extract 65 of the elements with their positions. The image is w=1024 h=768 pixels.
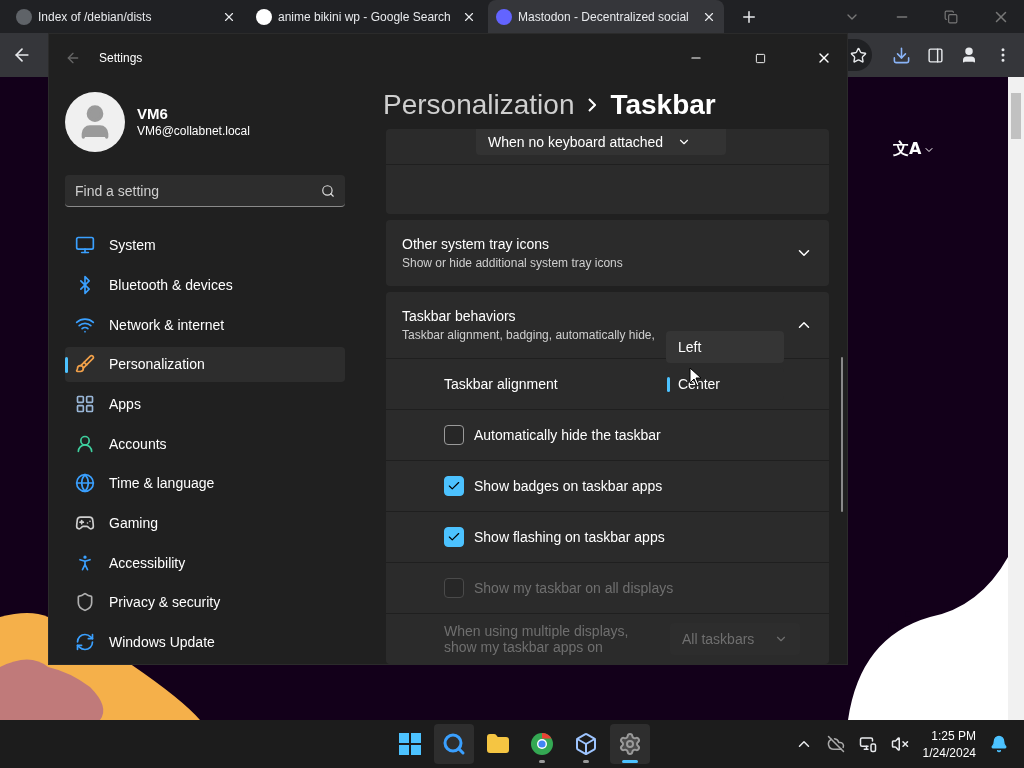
taskbar-app-button[interactable] <box>434 724 474 764</box>
person-icon <box>75 433 95 454</box>
start-icon <box>399 733 421 755</box>
apps-grid-icon <box>75 394 95 415</box>
search-field[interactable]: Find a setting <box>65 175 345 208</box>
nav-item[interactable]: Accessibility <box>65 544 345 581</box>
search-icon <box>442 732 466 756</box>
window-title: Settings <box>99 51 143 65</box>
checkbox[interactable] <box>444 425 464 445</box>
dropdown-option[interactable]: Left <box>666 331 784 363</box>
section-subtitle: Taskbar alignment, badging, automatically hide, <box>402 328 656 342</box>
nav-item[interactable]: Network & internet <box>65 306 345 343</box>
browser-tab[interactable]: Mastodon - Decentralized social <box>488 0 724 33</box>
nav-item[interactable]: System <box>65 227 345 264</box>
restore-icon[interactable] <box>944 9 958 24</box>
mute-icon[interactable] <box>890 735 909 753</box>
nav-item[interactable]: Bluetooth & devices <box>65 267 345 303</box>
browser-tab[interactable]: anime bikini wp - Google Search <box>248 0 484 33</box>
section-subtitle: Show or hide additional system tray icons <box>402 256 624 270</box>
user-name: VM6 <box>137 105 169 123</box>
side-panel-icon[interactable] <box>927 46 944 64</box>
nav-item[interactable]: Personalization <box>65 346 345 383</box>
refresh-icon <box>75 632 95 653</box>
chevron-right-icon <box>588 97 597 112</box>
user-email: VM6@collabnet.local <box>137 124 250 139</box>
search-icon <box>321 184 335 199</box>
clock-time: 1:25 PM <box>931 728 976 743</box>
nav-item[interactable]: Privacy & security <box>65 584 345 621</box>
brush-icon <box>75 354 95 375</box>
nav-item[interactable]: Apps <box>65 386 345 422</box>
clock-date: 1/24/2024 <box>922 745 976 760</box>
scrollbar[interactable] <box>1008 77 1024 720</box>
checkbox[interactable] <box>444 527 464 547</box>
checkmark-icon <box>447 530 461 544</box>
nav-item[interactable]: Accounts <box>65 425 345 462</box>
breadcrumb-item[interactable]: Personalization <box>383 88 575 121</box>
gear-icon <box>618 732 642 756</box>
browser-tab[interactable]: Index of /debian/dists <box>8 0 244 33</box>
taskbar-app-button[interactable] <box>610 724 650 764</box>
monitor-icon <box>75 235 95 256</box>
bell-icon[interactable] <box>990 735 1008 753</box>
network-icon[interactable] <box>858 735 877 753</box>
section-title: Other system tray icons <box>402 236 551 252</box>
profile-icon[interactable] <box>960 46 978 64</box>
nav-item[interactable]: Gaming <box>65 505 345 541</box>
cloud-off-icon[interactable] <box>826 735 845 753</box>
breadcrumb-item: Taskbar <box>610 88 716 121</box>
setting-label: Taskbar alignment <box>444 376 558 392</box>
checkbox-label: Show badges on taskbar apps <box>474 478 663 494</box>
nav-item[interactable]: Time & language <box>65 465 345 502</box>
checkbox-label: Automatically hide the taskbar <box>474 427 661 443</box>
folder-icon <box>486 732 510 756</box>
shield-icon <box>75 592 95 613</box>
download-icon[interactable] <box>892 45 911 65</box>
checkbox[interactable] <box>444 476 464 496</box>
nav-item[interactable]: Windows Update <box>65 624 345 660</box>
checkbox-label: Show flashing on taskbar apps <box>474 529 665 545</box>
checkbox-label: Show my taskbar on all displays <box>474 580 674 596</box>
cube-icon <box>574 732 598 756</box>
language-button[interactable]: 文A <box>893 139 936 160</box>
setting-label: When using multiple displays, show my taskbar apps on <box>444 623 630 655</box>
dropdown[interactable]: When no keyboard attached <box>476 129 726 155</box>
checkmark-icon <box>447 479 461 493</box>
chrome-icon <box>530 732 554 756</box>
section-title: Taskbar behaviors <box>402 308 517 324</box>
